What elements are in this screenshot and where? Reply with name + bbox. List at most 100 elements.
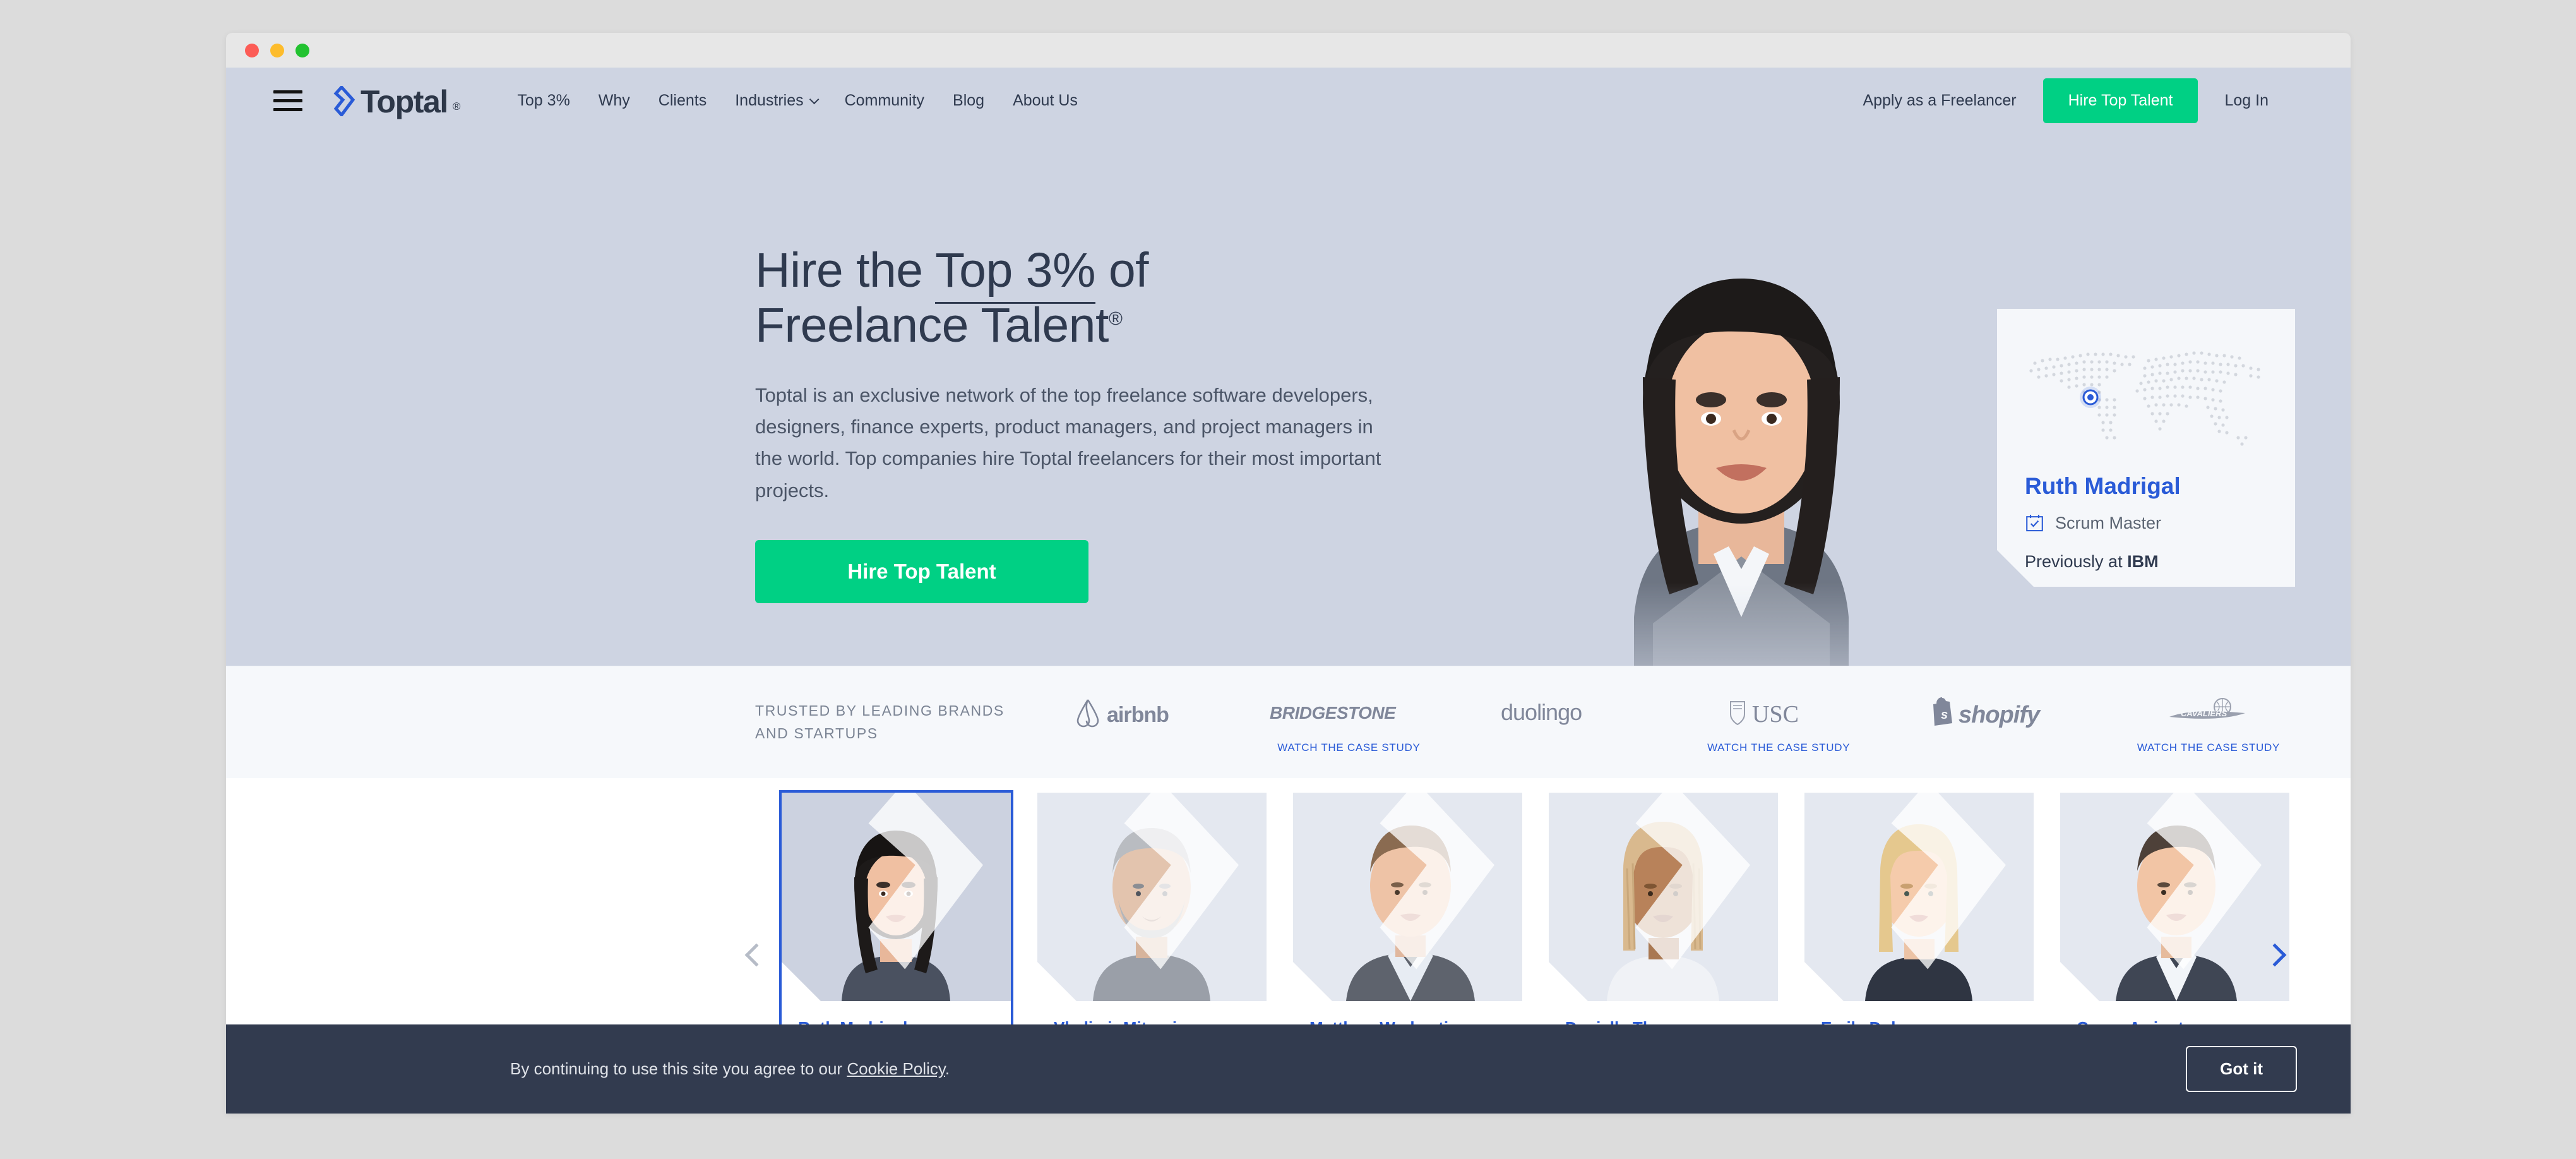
chevron-down-icon	[809, 94, 820, 105]
hero-title-part2: of	[1095, 243, 1149, 297]
nav-label: Top 3%	[517, 92, 570, 109]
trusted-brands-bar: TRUSTED BY LEADING BRANDS AND STARTUPS a…	[226, 666, 2351, 778]
hire-top-talent-hero-button[interactable]: Hire Top Talent	[755, 539, 1088, 603]
svg-text:BRIDGESTONE: BRIDGESTONE	[1270, 703, 1397, 723]
toptal-watermark-icon	[1051, 793, 1267, 980]
talent-card-role: Scrum Master	[2025, 513, 2267, 533]
hamburger-icon[interactable]	[273, 90, 302, 111]
carousel-photo	[1293, 793, 1522, 1001]
talent-card-name: Ruth Madrigal	[2025, 473, 2181, 499]
brand-item-shopify[interactable]: s shopify WATCH THE CASE STUDY	[1899, 691, 2089, 754]
bridgestone-logo: BRIDGESTONE	[1270, 691, 1428, 734]
carousel-photo	[782, 793, 1011, 1001]
nav-item-why[interactable]: Why	[599, 92, 630, 110]
carousel-card-vladimir-mitrovic[interactable]: Vladimir Mitrovic	[1037, 793, 1267, 1038]
case-study-link-bridgestone[interactable]: WATCH THE CASE STUDY	[1277, 742, 1420, 754]
previous-company: IBM	[2127, 552, 2159, 571]
nav-label: Industries	[735, 92, 804, 109]
case-study-link-cavaliers[interactable]: WATCH THE CASE STUDY	[2137, 742, 2280, 754]
carousel-photo	[1804, 793, 2034, 1001]
chevron-left-icon[interactable]	[737, 927, 775, 983]
nav-label: Blog	[953, 92, 985, 109]
log-in-link[interactable]: Log In	[2224, 92, 2269, 110]
cookie-policy-link[interactable]: Cookie Policy	[847, 1059, 945, 1078]
usc-logo: USC	[1722, 691, 1835, 734]
close-window-button[interactable]	[245, 43, 259, 57]
cookie-got-it-button[interactable]: Got it	[2186, 1046, 2297, 1092]
nav-label: About Us	[1013, 92, 1078, 109]
hero-description: Toptal is an exclusive network of the to…	[755, 384, 1381, 501]
svg-text:airbnb: airbnb	[1107, 703, 1169, 727]
header-actions: Apply as a Freelancer Hire Top Talent Lo…	[1863, 78, 2269, 123]
toptal-watermark-icon	[1307, 793, 1522, 980]
carousel-card-casey-arrington[interactable]: Casey Arrington	[2060, 793, 2289, 1038]
nav-item-community[interactable]: Community	[845, 92, 924, 110]
carousel-card-emily-dubow[interactable]: Emily Dubow	[1804, 793, 2034, 1038]
svg-text:USC: USC	[1752, 701, 1799, 728]
nav-label: Community	[844, 92, 925, 109]
featured-talent-card[interactable]: Ruth Madrigal Scrum Master Previously at…	[1997, 309, 2295, 587]
page-viewport: Toptal ® Top 3% Why Clients Industries C…	[226, 68, 2351, 1114]
browser-window: Toptal ® Top 3% Why Clients Industries C…	[226, 33, 2351, 1114]
hero-copy: Hire the Top 3% of Freelance Talent® Top…	[755, 243, 1424, 603]
svg-text:s: s	[1941, 708, 1948, 722]
svg-text:shopify: shopify	[1959, 702, 2041, 728]
carousel-photo	[1549, 793, 1778, 1001]
cookie-consent-bar: By continuing to use this site you agree…	[226, 1024, 2351, 1114]
nav-item-blog[interactable]: Blog	[953, 92, 984, 110]
carousel-card-ruth-madrigal[interactable]: Ruth Madrigal	[779, 790, 1013, 1040]
location-pin-icon	[2080, 387, 2101, 408]
nav-label: Why	[598, 92, 630, 109]
shopify-logo: s shopify	[1926, 691, 2061, 734]
svg-text:duolingo: duolingo	[1501, 699, 1582, 725]
cookie-text-before: By continuing to use this site you agree…	[510, 1059, 847, 1078]
carousel-card-matthew-warkentin[interactable]: Matthew Warkentin	[1293, 793, 1522, 1038]
brand-item-bridgestone[interactable]: BRIDGESTONE WATCH THE CASE STUDY	[1254, 691, 1443, 754]
toptal-logo[interactable]: Toptal ®	[329, 83, 460, 119]
airbnb-logo: airbnb	[1074, 691, 1194, 734]
toptal-watermark-icon	[1563, 793, 1778, 980]
nav-item-clients[interactable]: Clients	[659, 92, 707, 110]
hero-portrait-image	[1464, 238, 2019, 666]
carousel-photo	[1037, 793, 1267, 1001]
nav-item-industries[interactable]: Industries	[735, 92, 820, 110]
talent-card-role-text: Scrum Master	[2055, 513, 2162, 532]
trusted-brands-label: TRUSTED BY LEADING BRANDS AND STARTUPS	[755, 702, 1005, 742]
nav-item-about-us[interactable]: About Us	[1013, 92, 1078, 110]
hero-title-part1: Hire the	[755, 243, 936, 297]
cavaliers-logo: CAVALIERS	[2164, 691, 2253, 734]
nav-label: Clients	[658, 92, 707, 109]
logo-text: Toptal	[361, 83, 448, 119]
maximize-window-button[interactable]	[295, 43, 309, 57]
hire-top-talent-header-button[interactable]: Hire Top Talent	[2042, 78, 2198, 123]
talent-card-previous: Previously at IBM	[2025, 552, 2267, 572]
toptal-watermark-icon	[796, 793, 1011, 980]
toptal-mark-icon	[333, 85, 355, 116]
apply-as-freelancer-link[interactable]: Apply as a Freelancer	[1863, 92, 2016, 110]
duolingo-logo: duolingo	[1501, 691, 1627, 734]
cookie-consent-text: By continuing to use this site you agree…	[510, 1059, 950, 1079]
toptal-watermark-icon	[1818, 793, 2034, 980]
brand-item-usc[interactable]: USC WATCH THE CASE STUDY	[1684, 691, 1873, 754]
main-nav: Top 3% Why Clients Industries Community …	[517, 92, 1078, 110]
hero-title-underlined: Top 3%	[935, 243, 1095, 304]
previously-at-label: Previously at	[2025, 552, 2128, 571]
minimize-window-button[interactable]	[270, 43, 284, 57]
carousel-track: Ruth Madrigal	[779, 790, 2289, 1040]
calendar-check-icon	[2025, 513, 2044, 533]
nav-item-top3[interactable]: Top 3%	[517, 92, 569, 110]
carousel-card-danielle-thompson[interactable]: Danielle Thompson	[1549, 793, 1778, 1038]
svg-text:CAVALIERS: CAVALIERS	[2181, 709, 2227, 718]
hero-title: Hire the Top 3% of Freelance Talent®	[755, 243, 1424, 353]
case-study-link-usc[interactable]: WATCH THE CASE STUDY	[1707, 742, 1850, 754]
brand-item-duolingo[interactable]: duolingo WATCH THE CASE STUDY	[1469, 691, 1659, 754]
browser-titlebar	[226, 33, 2351, 68]
brand-logo-list: airbnb WATCH THE CASE STUDY BRIDGESTONE …	[1020, 691, 2303, 754]
chevron-right-icon[interactable]	[2256, 927, 2294, 983]
carousel-photo	[2060, 793, 2289, 1001]
brand-item-airbnb[interactable]: airbnb WATCH THE CASE STUDY	[1039, 691, 1229, 754]
cookie-text-after: .	[945, 1059, 950, 1078]
hero-title-line2: Freelance Talent	[755, 298, 1109, 352]
brand-item-cavaliers[interactable]: CAVALIERS WATCH THE CASE STUDY	[2114, 691, 2303, 754]
hero-section: Toptal ® Top 3% Why Clients Industries C…	[226, 68, 2351, 666]
